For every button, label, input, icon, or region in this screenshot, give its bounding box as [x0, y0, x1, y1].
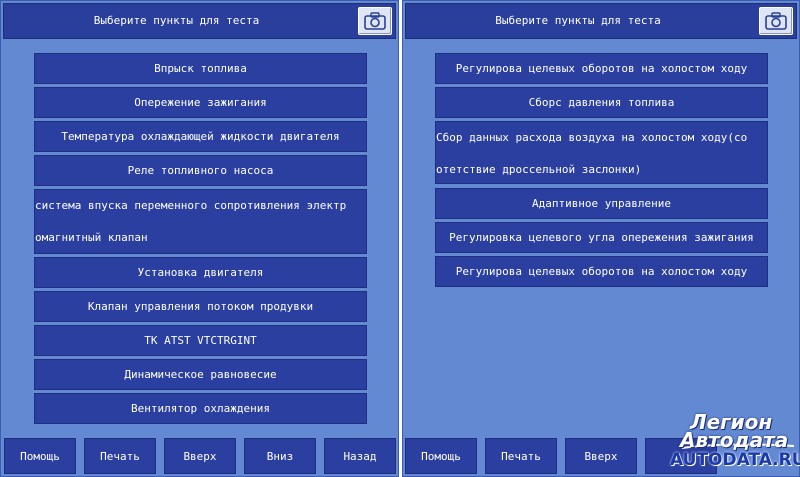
- item-label-line1: Сбор данных расхода воздуха на холостом …: [436, 131, 748, 144]
- back-button[interactable]: Назад: [324, 438, 396, 474]
- test-item-target-ignition-angle[interactable]: Регулировка целевого угла опережения заж…: [435, 222, 768, 253]
- watermark-line2: Автодата: [680, 428, 789, 452]
- left-header-title: Выберите пункты для теста: [93, 14, 260, 27]
- test-item-idle-target-rpm[interactable]: Регулирова целевых оборотов на холостом …: [435, 53, 768, 84]
- test-item-fuel-injection[interactable]: Впрыск топлива: [34, 53, 367, 84]
- test-item-dynamic-balance[interactable]: Динамическое равновесие: [34, 359, 367, 390]
- test-item-engine-setting[interactable]: Установка двигателя: [34, 257, 367, 288]
- print-button[interactable]: Печать: [84, 438, 156, 474]
- down-button[interactable]: Вниз: [244, 438, 316, 474]
- camera-icon: [765, 12, 787, 30]
- help-button[interactable]: Помощь: [4, 438, 76, 474]
- item-label-line2: отетствие дроссельной заслонки): [436, 163, 642, 176]
- print-button[interactable]: Печать: [485, 438, 557, 474]
- right-header-title: Выберите пункты для теста: [495, 14, 661, 27]
- test-item-variable-intake-solenoid[interactable]: система впуска переменного сопротивления…: [34, 189, 367, 254]
- test-item-fuel-pump-relay[interactable]: Реле топливного насоса: [34, 155, 367, 186]
- right-header: Выберите пункты для теста: [405, 3, 797, 39]
- test-item-cooling-fan[interactable]: Вентилятор охлаждения: [34, 393, 367, 424]
- right-camera-button[interactable]: [759, 7, 793, 35]
- test-item-purge-control-valve[interactable]: Клапан управления потоком продувки: [34, 291, 367, 322]
- right-panel: Выберите пункты для теста Регулирова цел…: [402, 0, 800, 477]
- left-camera-button[interactable]: [358, 7, 392, 35]
- up-button[interactable]: Вверх: [565, 438, 637, 474]
- help-button[interactable]: Помощь: [405, 438, 477, 474]
- item-label-line1: система впуска переменного сопротивления…: [35, 199, 347, 212]
- camera-icon: [364, 12, 386, 30]
- up-button[interactable]: Вверх: [164, 438, 236, 474]
- test-item-fuel-pressure-release[interactable]: Сборс давления топлива: [435, 87, 768, 118]
- test-item-adaptive-control[interactable]: Адаптивное управление: [435, 188, 768, 219]
- left-header: Выберите пункты для теста: [3, 3, 396, 39]
- left-panel: Выберите пункты для теста Впрыск топлива…: [0, 0, 399, 477]
- test-item-tk-atst[interactable]: TK ATST VTCTRGINT: [34, 325, 367, 356]
- item-label-line2: омагнитный клапан: [35, 231, 148, 244]
- test-item-idle-target-rpm-2[interactable]: Регулирова целевых оборотов на холостом …: [435, 256, 768, 287]
- test-item-ignition-advance[interactable]: Опережение зажигания: [34, 87, 367, 118]
- test-item-coolant-temperature[interactable]: Температура охлаждающей жидкости двигате…: [34, 121, 367, 152]
- test-item-idle-airflow-data[interactable]: Сбор данных расхода воздуха на холостом …: [435, 121, 768, 184]
- autodata-watermark-logo: Легион Автодата AUTODATA.RU: [668, 408, 800, 474]
- watermark-line3: AUTODATA.RU: [670, 450, 800, 470]
